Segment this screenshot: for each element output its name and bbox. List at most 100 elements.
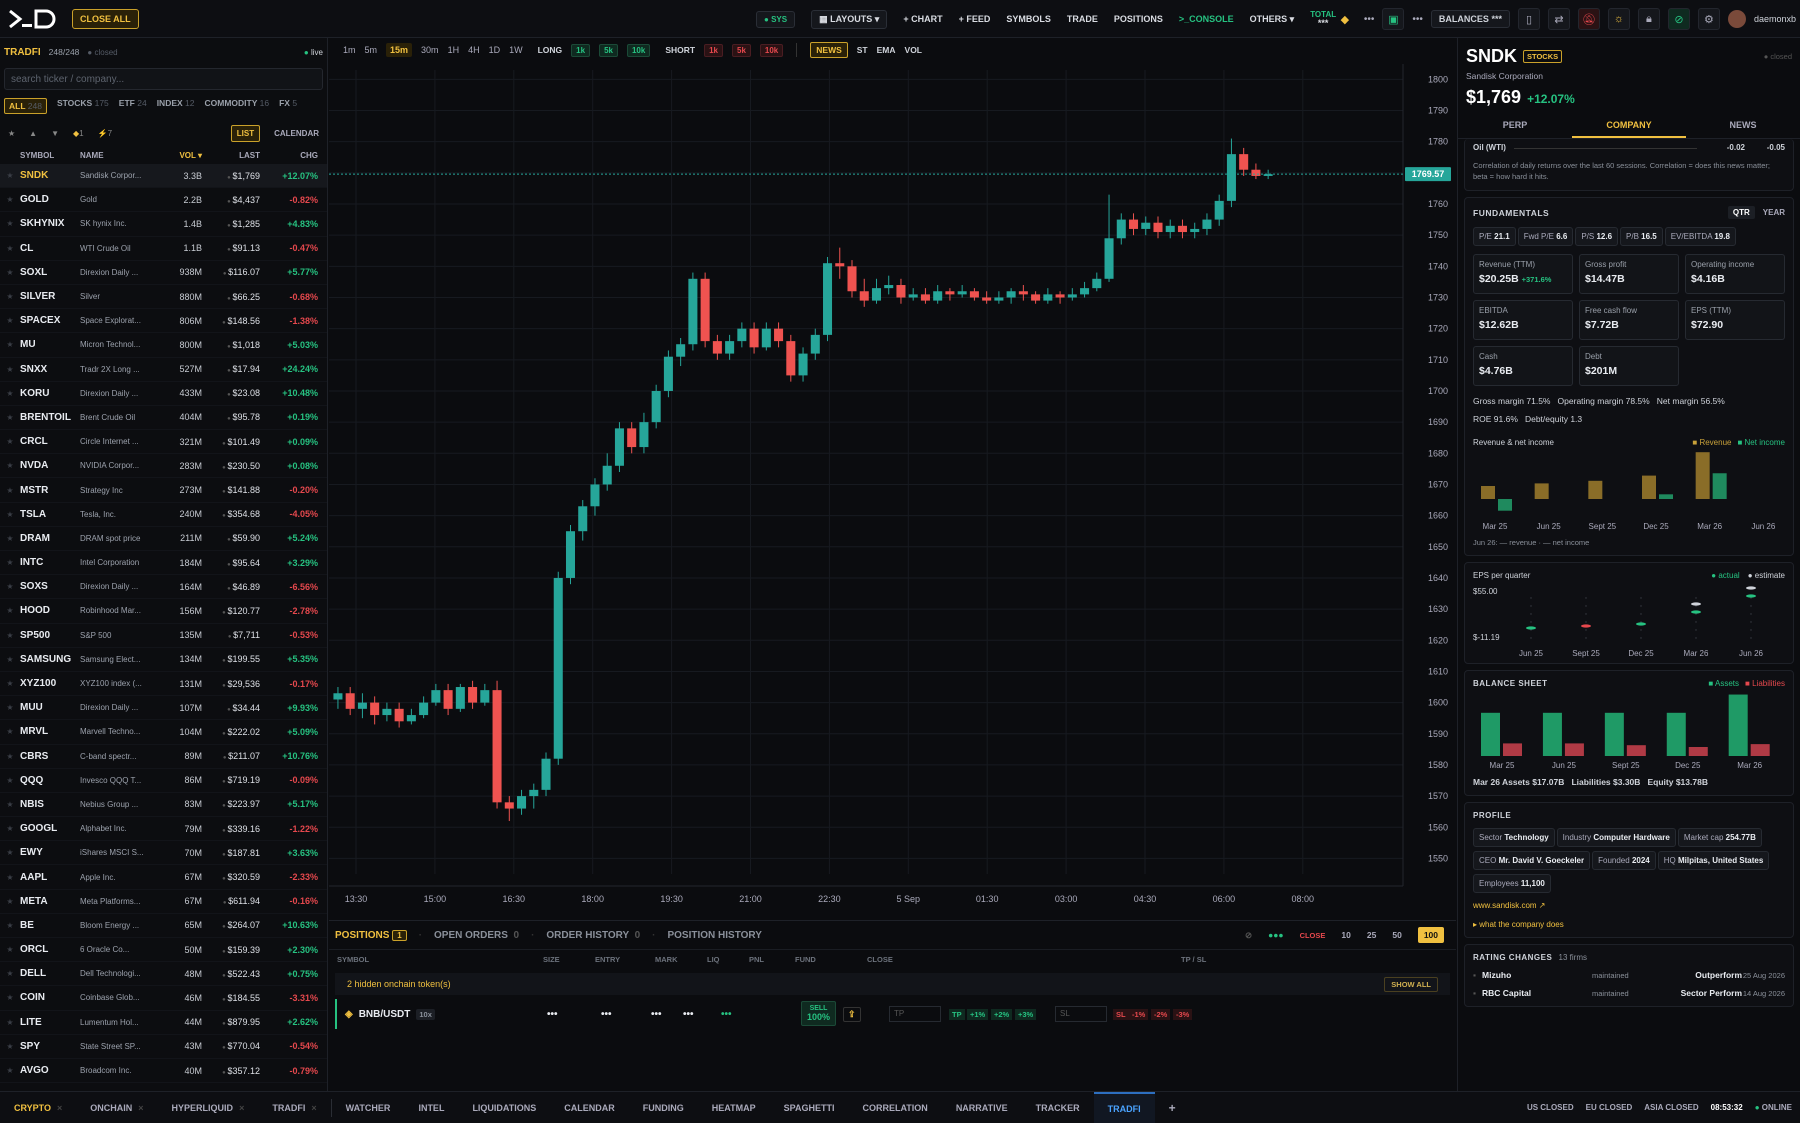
long-1k-button[interactable]: 1k [571,43,591,57]
swap-icon[interactable]: ⇄ [1547,8,1570,30]
star-icon[interactable]: ★ [0,800,20,809]
position-symbol[interactable]: BNB/USDT [359,1009,411,1020]
timeframe-1D[interactable]: 1D [489,45,501,55]
star-icon[interactable]: ★ [0,752,20,761]
gear-icon[interactable]: ⚙ [1697,8,1720,30]
watchlist-row[interactable]: ★ SNDK Sandisk Corpor... 3.3B ● $1,769 +12.07… [0,164,327,189]
bottom-tab-spaghetti[interactable]: SPAGHETTI [770,1092,849,1123]
star-icon[interactable]: ★ [0,921,20,930]
watchlist-row[interactable]: ★ MUU Direxion Daily ... 107M ● $34.44 +9.93% [0,696,327,721]
watchlist-row[interactable]: ★ BE Bloom Energy ... 65M ● $264.07 +10.63% [0,914,327,938]
watchlist-row[interactable]: ★ MU Micron Technol... 800M ● $1,018 +5.03% [0,333,327,358]
avatar[interactable] [1727,10,1746,28]
timeframe-1m[interactable]: 1m [343,45,356,55]
timeframe-15m[interactable]: 15m [386,43,413,57]
binance-icon[interactable]: ◆ [1334,8,1356,30]
phone-icon[interactable]: ▯ [1517,8,1540,30]
star-icon[interactable]: ★ [0,679,20,688]
symbols-button[interactable]: SYMBOLS [1006,14,1051,24]
timeframe-5m[interactable]: 5m [365,45,378,55]
star-icon[interactable]: ★ [0,1018,20,1027]
calendar-view-button[interactable]: CALENDAR [274,129,319,138]
onchain-filter[interactable]: ◆1 [73,129,84,138]
rating-row[interactable]: ▪ Mizuho maintained Outperform 25 Aug 2026 [1473,970,1785,980]
col-chg[interactable]: CHG [260,151,318,160]
watchlist-row[interactable]: ★ SILVER Silver 880M ● $66.25 -0.68% [0,285,327,310]
timeframe-4H[interactable]: 4H [468,45,480,55]
watchlist-row[interactable]: ★ CL WTI Crude Oil 1.1B ● $91.13 -0.47% [0,237,327,261]
tp-plus3[interactable]: +3% [1015,1008,1037,1020]
indicator-st[interactable]: ST [857,45,868,55]
tab-open-orders[interactable]: OPEN ORDERS 0 [434,930,519,941]
ticker-search-input[interactable]: search ticker / company... [4,68,323,90]
tab-company[interactable]: COMPANY [1572,114,1686,138]
watchlist-row[interactable]: ★ NBIS Nebius Group ... 83M ● $223.97 +5.17% [0,793,327,818]
watchlist-row[interactable]: ★ XYZ100 XYZ100 index (... 131M ● $29,536 -0.… [0,672,327,697]
watchlist-row[interactable]: ★ MRVL Marvell Techno... 104M ● $222.02 +5.09… [0,720,327,745]
star-icon[interactable]: ★ [0,945,20,954]
qtr-toggle[interactable]: QTR [1727,206,1755,219]
watchlist-row[interactable]: ★ SKHYNIX SK hynix Inc. 1.4B ● $1,285 +4.83% [0,212,327,237]
star-icon[interactable]: ★ [0,389,20,398]
share-icon[interactable]: ⇪ [843,1006,861,1022]
category-commodity[interactable]: COMMODITY 16 [205,98,270,114]
candlestick-chart[interactable]: 1800179017801770176017501740173017201710… [329,64,1456,916]
tab-position-history[interactable]: POSITION HISTORY [667,930,761,941]
close-label[interactable]: CLOSE [1300,931,1326,940]
star-icon[interactable]: ★ [0,776,20,785]
long-10k-button[interactable]: 10k [626,43,651,57]
tab-perp[interactable]: PERP [1458,114,1572,138]
star-icon[interactable]: ★ [0,292,20,301]
star-icon[interactable]: ★ [0,316,20,325]
tp-plus2[interactable]: +2% [991,1008,1013,1020]
year-toggle[interactable]: YEAR [1763,208,1785,217]
watchlist-row[interactable]: ★ SPY State Street SP... 43M ● $770.04 -0.54% [0,1035,327,1059]
star-icon[interactable]: ★ [0,655,20,664]
watchlist-row[interactable]: ★ AAPL Apple Inc. 67M ● $320.59 -2.33% [0,865,327,890]
bottom-tab-tradfi[interactable]: TRADFI [1093,1092,1155,1123]
indicator-ema[interactable]: EMA [877,45,896,55]
show-all-button[interactable]: SHOW ALL [1384,976,1438,992]
eye-off-icon[interactable]: ⊘ [1667,8,1690,30]
trade-button[interactable]: TRADE [1067,14,1098,24]
watchlist-row[interactable]: ★ HOOD Robinhood Mar... 156M ● $120.77 -2.78% [0,599,327,624]
short-10k-button[interactable]: 10k [759,43,784,57]
category-etf[interactable]: ETF 24 [119,98,147,114]
indicator-news[interactable]: NEWS [810,42,848,58]
tab-order-history[interactable]: ORDER HISTORY 0 [546,930,640,941]
star-icon[interactable]: ★ [0,848,20,857]
star-filter-icon[interactable]: ★ [8,129,15,138]
sl-minus2[interactable]: -2% [1151,1008,1171,1020]
logo[interactable] [8,7,62,31]
bottom-tab-hyperliquid[interactable]: HYPERLIQUID × [158,1092,259,1123]
watchlist-row[interactable]: ★ SOXS Direxion Daily ... 164M ● $46.89 -6.56… [0,575,327,600]
long-5k-button[interactable]: 5k [599,43,618,57]
watchlist-row[interactable]: ★ DELL Dell Technologi... 48M ● $522.43 +0.75… [0,962,327,987]
star-icon[interactable]: ★ [0,824,20,833]
star-icon[interactable]: ★ [0,365,20,374]
bottom-tab-narrative[interactable]: NARRATIVE [942,1092,1022,1123]
what-company-does-toggle[interactable]: ▸ what the company does [1473,920,1785,929]
bottom-tab-liquidations[interactable]: LIQUIDATIONS [458,1092,550,1123]
star-icon[interactable]: ★ [0,268,20,277]
watchlist-row[interactable]: ★ GOOGL Alphabet Inc. 79M ● $339.16 -1.22% [0,817,327,842]
col-name[interactable]: NAME [80,151,162,160]
star-icon[interactable]: ★ [0,897,20,906]
tab-positions[interactable]: POSITIONS 1 [335,929,407,941]
timeframe-1W[interactable]: 1W [509,45,523,55]
sell-close-button[interactable]: SELL 100% [801,1001,837,1026]
watchlist-row[interactable]: ★ EWY iShares MSCI S... 70M ● $187.81 +3.63% [0,841,327,866]
star-icon[interactable]: ★ [0,873,20,882]
tp-input[interactable]: TP [889,1006,941,1022]
sl-input[interactable]: SL [1055,1006,1107,1022]
mute-icon[interactable]: 🔕︎ [1577,8,1600,30]
more-icon-2[interactable]: ••• [1412,14,1423,25]
add-feed-button[interactable]: + FEED [959,14,991,24]
username[interactable]: daemonxb [1754,14,1796,24]
close-icon[interactable]: × [239,1103,244,1113]
star-icon[interactable]: ★ [0,510,20,519]
size-50[interactable]: 50 [1392,930,1401,940]
price-chart[interactable]: 1800179017801770176017501740173017201710… [329,64,1456,916]
star-icon[interactable]: ★ [0,195,20,204]
positions-button[interactable]: POSITIONS [1114,14,1163,24]
